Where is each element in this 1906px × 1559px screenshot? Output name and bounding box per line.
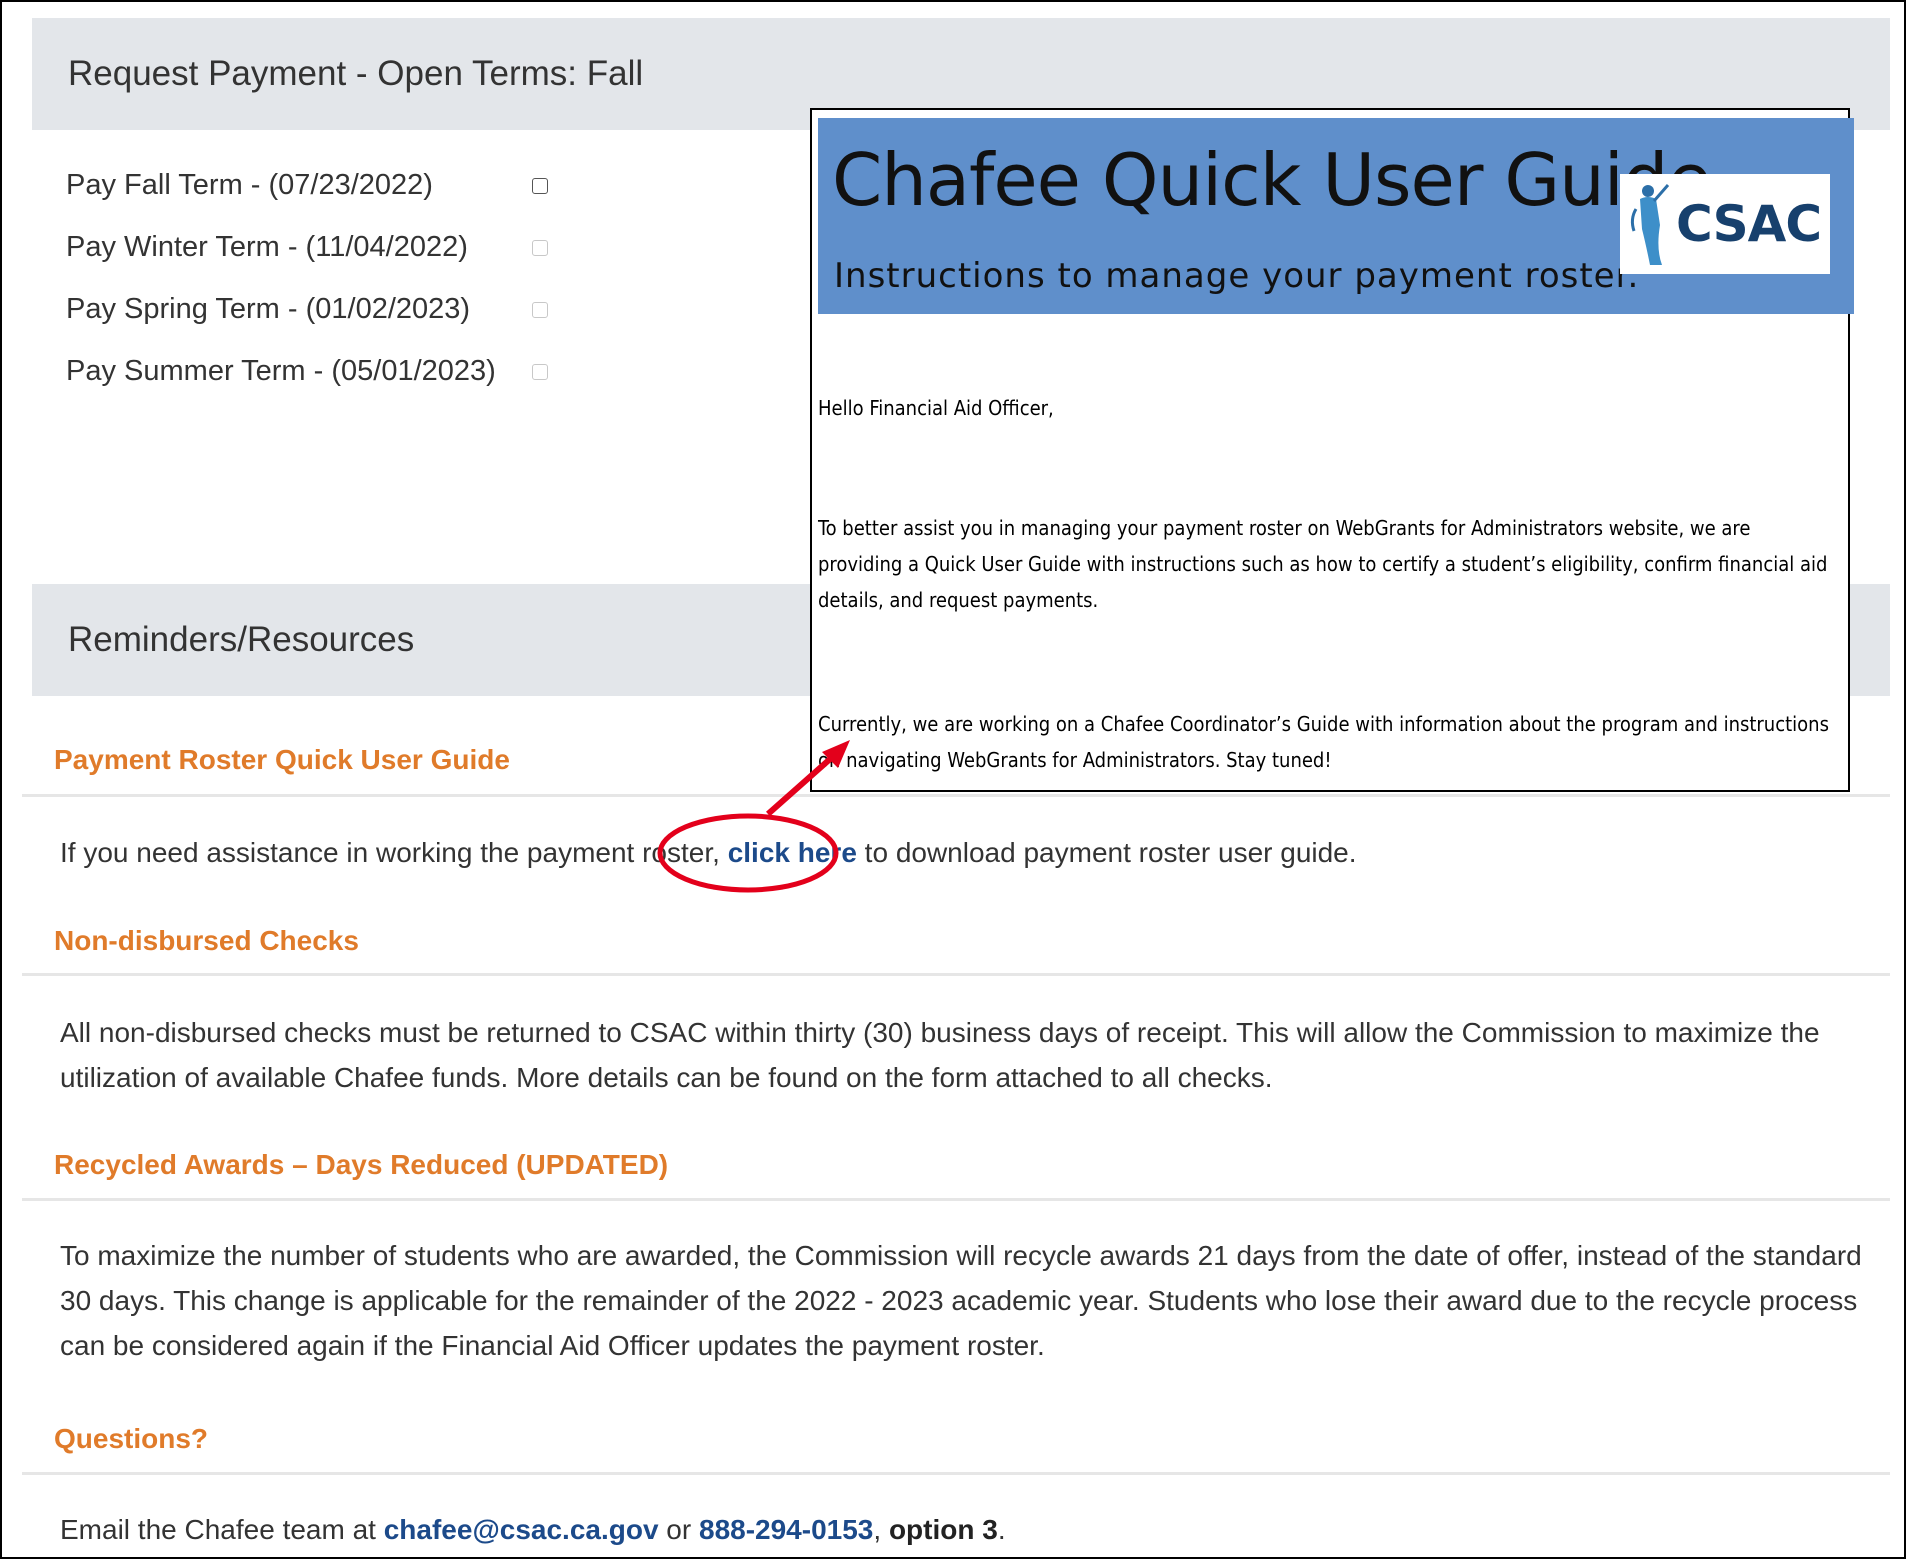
- recycled-awards-text: To maximize the number of students who a…: [60, 1240, 1862, 1361]
- divider: [22, 1472, 1890, 1475]
- guide-subtitle: Instructions to manage your payment rost…: [834, 256, 1640, 296]
- divider: [22, 1198, 1890, 1201]
- payment-roster-text: If you need assistance in working the pa…: [60, 830, 1884, 875]
- questions-text-before: Email the Chafee team at: [60, 1514, 384, 1545]
- payment-roster-text-after: to download payment roster user guide.: [856, 837, 1357, 868]
- guide-paragraph-1: To better assist you in managing your pa…: [818, 516, 1828, 612]
- guide-greeting: Hello Financial Aid Officer,: [818, 396, 1054, 420]
- guide-banner: Chafee Quick User Guide Instructions to …: [818, 118, 1854, 314]
- phone-link[interactable]: 888-294-0153: [699, 1514, 873, 1545]
- divider: [22, 794, 1890, 797]
- non-disbursed-text: All non-disbursed checks must be returne…: [60, 1017, 1820, 1093]
- quick-user-guide-popup: Chafee Quick User Guide Instructions to …: [810, 108, 1854, 792]
- term-row-fall-label: Pay Fall Term - (07/23/2022): [66, 169, 433, 201]
- graduate-figure-icon: [1630, 184, 1670, 265]
- option-3-text: option 3: [888, 1514, 998, 1545]
- pay-summer-term-checkbox: [532, 364, 548, 380]
- reminders-title: Reminders/Resources: [68, 620, 415, 659]
- payment-roster-text-before: If you need assistance in working the pa…: [60, 837, 728, 868]
- questions-text-end: .: [997, 1514, 1006, 1545]
- divider: [22, 973, 1890, 976]
- questions-heading: Questions?: [54, 1423, 209, 1454]
- term-row-spring-label: Pay Spring Term - (01/02/2023): [66, 293, 471, 325]
- non-disbursed-heading: Non-disbursed Checks: [54, 925, 359, 956]
- request-payment-title: Request Payment - Open Terms: Fall: [68, 54, 644, 93]
- pay-spring-term-checkbox: [532, 302, 548, 318]
- guide-title: Chafee Quick User Guide: [832, 138, 1712, 222]
- questions-text: Email the Chafee team at chafee@csac.ca.…: [60, 1507, 1884, 1552]
- page-frame: Request Payment - Open Terms: Fall Pay F…: [0, 0, 1906, 1559]
- recycled-awards-heading: Recycled Awards – Days Reduced (UPDATED): [54, 1149, 669, 1180]
- guide-paragraph-2: Currently, we are working on a Chafee Co…: [818, 712, 1829, 772]
- csac-logo-text: CSAC: [1676, 195, 1822, 253]
- term-row-winter-label: Pay Winter Term - (11/04/2022): [66, 231, 468, 263]
- pay-winter-term-checkbox: [532, 240, 548, 256]
- click-here-link[interactable]: click here: [728, 837, 857, 868]
- payment-roster-heading: Payment Roster Quick User Guide: [54, 744, 510, 775]
- term-row-summer-label: Pay Summer Term - (05/01/2023): [66, 355, 496, 387]
- questions-text-mid: or: [658, 1514, 699, 1545]
- questions-text-comma: ,: [873, 1514, 889, 1545]
- csac-logo: CSAC: [1620, 174, 1830, 274]
- chafee-email-link[interactable]: chafee@csac.ca.gov: [384, 1514, 659, 1545]
- pay-fall-term-checkbox[interactable]: [532, 178, 548, 194]
